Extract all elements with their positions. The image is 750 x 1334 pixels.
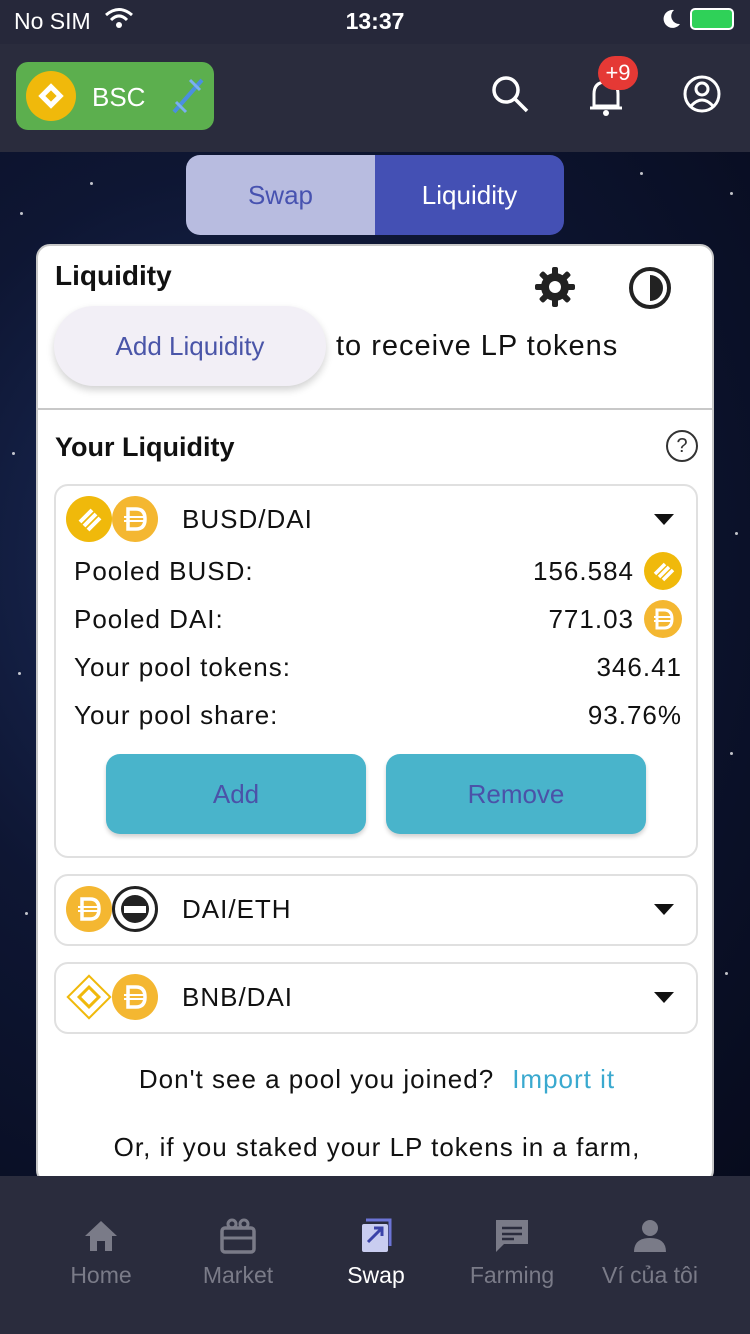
do-not-disturb-icon <box>663 9 680 28</box>
status-bar: No SIM 13:37 <box>0 0 750 44</box>
dai-token-icon <box>644 600 682 638</box>
tab-home-label: Home <box>70 1262 132 1288</box>
chevron-down-icon[interactable] <box>654 904 674 915</box>
settings-gear-icon[interactable] <box>534 266 576 308</box>
clock-time: 13:37 <box>345 8 405 34</box>
bnb-chain-icon <box>26 71 76 121</box>
pool-bnb-dai[interactable]: BNB/DAI <box>54 962 698 1034</box>
tab-swap-nav[interactable]: Swap <box>301 1216 451 1289</box>
farming-icon <box>496 1220 528 1252</box>
swap-icon <box>362 1218 392 1252</box>
swap-liquidity-toggle: Swap Liquidity <box>186 155 564 235</box>
search-icon[interactable] <box>490 74 530 114</box>
pool-dai-eth[interactable]: DAI/ETH <box>54 874 698 946</box>
tab-swap-label: Swap <box>347 1262 405 1288</box>
home-icon <box>85 1221 117 1251</box>
liquidity-card: Liquidity Add Liquidity to receive LP to… <box>36 244 714 1184</box>
chevron-down-icon[interactable] <box>654 992 674 1003</box>
market-icon <box>220 1218 256 1254</box>
pooled-busd-value: 156.584 <box>533 556 634 586</box>
pool-share-row: Your pool share: 93.76% <box>74 700 682 731</box>
pooled-busd-row: Pooled BUSD: 156.584 <box>74 552 682 590</box>
pool-share-label: Your pool share: <box>74 700 279 730</box>
dai-token-icon <box>66 886 112 932</box>
pooled-busd-label: Pooled BUSD: <box>74 556 254 586</box>
add-liquidity-button[interactable]: Add Liquidity <box>54 306 326 386</box>
pool-tokens-label: Your pool tokens: <box>74 652 291 682</box>
busd-token-icon <box>644 552 682 590</box>
your-liquidity-title: Your Liquidity <box>55 432 235 462</box>
pool-tokens-row: Your pool tokens: 346.41 <box>74 652 682 683</box>
remove-button[interactable]: Remove <box>386 754 646 834</box>
pool-name: DAI/ETH <box>182 894 292 924</box>
tab-liquidity[interactable]: Liquidity <box>375 155 564 235</box>
dai-token-icon <box>112 974 158 1020</box>
tab-wallet[interactable]: Ví của tôi <box>575 1216 725 1289</box>
tab-market[interactable]: Market <box>163 1216 313 1289</box>
tab-market-label: Market <box>202 1262 274 1288</box>
dai-token-icon <box>112 496 158 542</box>
tab-home[interactable]: Home <box>26 1216 176 1289</box>
busd-token-icon <box>66 496 112 542</box>
add-button[interactable]: Add <box>106 754 366 834</box>
wallet-user-icon <box>634 1220 666 1252</box>
notification-badge: +9 <box>598 56 638 90</box>
pool-name: BUSD/DAI <box>182 504 313 534</box>
bottom-tab-bar: Home Market Swap Farming Ví của tôi <box>0 1176 750 1334</box>
network-label: BSC <box>92 82 146 112</box>
weth-token-icon <box>112 886 158 932</box>
staked-lp-text: Or, if you staked your LP tokens in a fa… <box>113 1132 641 1162</box>
tab-wallet-label: Ví của tôi <box>602 1262 698 1288</box>
card-title: Liquidity <box>55 260 172 291</box>
help-icon[interactable]: ? <box>666 430 698 462</box>
tab-farming[interactable]: Farming <box>437 1216 587 1289</box>
divider <box>38 408 712 410</box>
pool-share-value: 93.76% <box>587 700 682 730</box>
app-header: BSC +9 <box>0 44 750 152</box>
import-link[interactable]: Import it <box>512 1064 615 1094</box>
chevron-down-icon[interactable] <box>654 514 674 525</box>
receive-lp-text: to receive LP tokens <box>336 330 619 362</box>
bnb-token-icon <box>66 974 112 1020</box>
pooled-dai-label: Pooled DAI: <box>74 604 224 634</box>
pooled-dai-value: 771.03 <box>548 604 634 634</box>
pool-busd-dai: BUSD/DAI Pooled BUSD: 156.584 Pooled DAI… <box>54 484 698 858</box>
missing-pool-text: Don't see a pool you joined? <box>138 1064 495 1094</box>
profile-icon[interactable] <box>682 74 722 114</box>
chain-link-icon <box>172 78 204 114</box>
missing-pool-line: Don't see a pool you joined? Import it <box>38 1064 712 1095</box>
tab-farming-label: Farming <box>469 1262 555 1288</box>
tab-swap[interactable]: Swap <box>186 155 375 235</box>
pool-tokens-value: 346.41 <box>596 652 682 682</box>
pooled-dai-row: Pooled DAI: 771.03 <box>74 600 682 638</box>
pool-name: BNB/DAI <box>182 982 294 1012</box>
battery-icon <box>690 8 734 30</box>
network-selector[interactable]: BSC <box>16 62 214 130</box>
history-icon[interactable] <box>628 266 672 310</box>
